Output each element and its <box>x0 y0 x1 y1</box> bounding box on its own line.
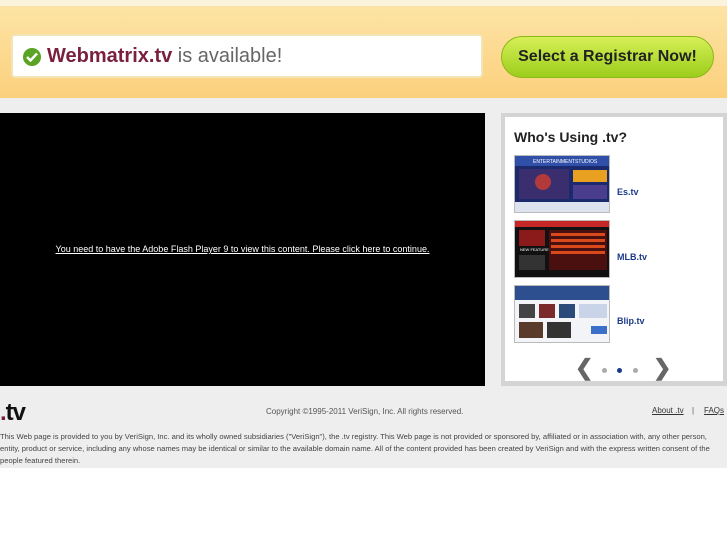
carousel-dot-3[interactable] <box>633 368 638 373</box>
site-thumbnail-es[interactable]: ENTERTAINMENTSTUDIOS <box>514 155 610 213</box>
availability-banner: Webmatrix.tv is available! Select a Regi… <box>0 0 727 98</box>
site-label-blip[interactable]: Blip.tv <box>617 316 645 326</box>
site-thumbnail-blip[interactable] <box>514 285 610 343</box>
about-tv-link[interactable]: About .tv <box>652 406 684 415</box>
showcase-inner: Who's Using .tv? ENTERTAINMENTSTUDIOS Es… <box>505 117 723 381</box>
site-thumbnail-mlb[interactable]: NEW FEATURES <box>514 220 610 278</box>
domain-name: Webmatrix.tv <box>47 45 173 67</box>
availability-box: Webmatrix.tv is available! <box>11 34 483 78</box>
select-registrar-button[interactable]: Select a Registrar Now! <box>501 36 714 78</box>
es-thumb-banner: ENTERTAINMENTSTUDIOS <box>533 159 598 165</box>
checkmark-icon <box>23 48 41 66</box>
faqs-link[interactable]: FAQs <box>704 406 724 415</box>
copyright-text: Copyright ©1995-2011 VeriSign, Inc. All … <box>266 407 464 416</box>
carousel-dot-2[interactable] <box>617 368 622 373</box>
banner-top-stripe <box>0 0 727 6</box>
availability-status: is available! <box>177 45 283 67</box>
legal-disclaimer: This Web page is provided to you by Veri… <box>0 432 710 465</box>
showcase-title: Who's Using .tv? <box>514 129 627 145</box>
flash-player-area: You need to have the Adobe Flash Player … <box>0 113 485 386</box>
carousel-prev-icon[interactable]: ❮ <box>575 357 593 379</box>
logo-text: tv <box>5 399 26 426</box>
carousel-dot-1[interactable] <box>602 368 607 373</box>
tv-logo: .tv <box>0 399 26 427</box>
carousel-next-icon[interactable]: ❯ <box>653 357 671 379</box>
mlb-thumb-banner: NEW FEATURES <box>520 247 552 252</box>
site-label-mlb[interactable]: MLB.tv <box>617 252 647 262</box>
footer-separator: | <box>692 406 695 415</box>
site-label-es[interactable]: Es.tv <box>617 187 639 197</box>
availability-message: Webmatrix.tv is available! <box>47 45 282 68</box>
showcase-panel: Who's Using .tv? ENTERTAINMENTSTUDIOS Es… <box>501 113 727 386</box>
flash-install-link[interactable]: You need to have the Adobe Flash Player … <box>0 244 485 254</box>
